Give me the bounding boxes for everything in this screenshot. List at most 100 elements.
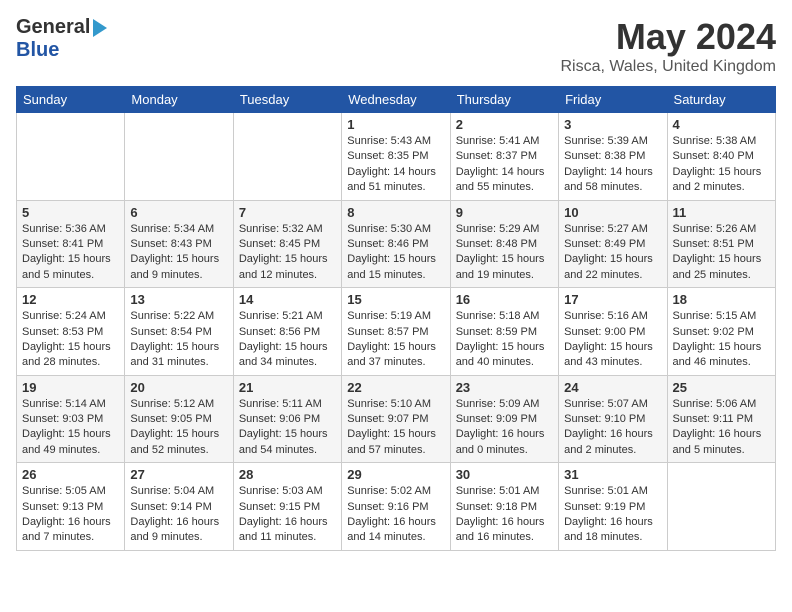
day-info-line: Daylight: 16 hours [456, 516, 545, 528]
calendar-week-row: 5Sunrise: 5:36 AMSunset: 8:41 PMDaylight… [17, 200, 776, 288]
day-number: 27 [130, 467, 227, 482]
day-info-line: and 25 minutes. [673, 269, 751, 281]
day-number: 5 [22, 205, 119, 220]
day-number: 6 [130, 205, 227, 220]
day-info-line: Sunrise: 5:18 AM [456, 310, 540, 322]
day-info-line: Daylight: 16 hours [347, 516, 436, 528]
calendar-table: SundayMondayTuesdayWednesdayThursdayFrid… [16, 86, 776, 551]
calendar-week-row: 19 Sunrise: 5:14 AM Sunset: 9:03 PM Dayligh… [17, 375, 776, 463]
day-info-line: Sunrise: 5:07 AM [564, 398, 648, 410]
calendar-cell: 7 Sunrise: 5:32 AMSunset: 8:45 PMDaylight… [233, 200, 341, 288]
day-info-line: and 19 minutes. [456, 269, 534, 281]
day-info: Sunrise: 5:16 AMSunset: 9:00 PMDaylight:… [564, 309, 661, 371]
day-info-line: Sunrise: 5:05 AM [22, 485, 106, 497]
day-info-line: Daylight: 15 hours [673, 253, 762, 265]
calendar-week-row: 26Sunrise: 5:05 AMSunset: 9:13 PMDayligh… [17, 463, 776, 551]
day-info: Sunrise: 5:07 AMSunset: 9:10 PMDaylight:… [564, 397, 661, 459]
day-info-line: Sunset: 9:15 PM [239, 501, 320, 513]
day-info-line: Daylight: 15 hours [22, 253, 111, 265]
day-info-line: Sunrise: 5:29 AM [456, 223, 540, 235]
day-info-line: Sunset: 9:14 PM [130, 501, 211, 513]
day-info-line: and 0 minutes. [456, 444, 528, 456]
day-info-line: Daylight: 14 hours [564, 166, 653, 178]
day-info-line: Daylight: 14 hours [456, 166, 545, 178]
calendar-cell: 26Sunrise: 5:05 AMSunset: 9:13 PMDayligh… [17, 463, 125, 551]
day-info-line: and 2 minutes. [564, 444, 636, 456]
day-info-line: Sunset: 8:40 PM [673, 150, 754, 162]
day-info: Sunrise: 5:26 AMSunset: 8:51 PMDaylight:… [673, 222, 770, 284]
calendar-cell: 24Sunrise: 5:07 AMSunset: 9:10 PMDayligh… [559, 375, 667, 463]
day-info: Sunrise: 5:32 AMSunset: 8:45 PMDaylight:… [239, 222, 336, 284]
day-info-line: Sunrise: 5:04 AM [130, 485, 214, 497]
day-number: 19 [22, 380, 119, 395]
day-info-line: Sunrise: 5:26 AM [673, 223, 757, 235]
day-info-line: and 15 minutes. [347, 269, 425, 281]
calendar-cell: 30Sunrise: 5:01 AMSunset: 9:18 PMDayligh… [450, 463, 558, 551]
day-info-line: and 58 minutes. [564, 181, 642, 193]
day-info: Sunrise: 5:34 AMSunset: 8:43 PMDaylight:… [130, 222, 227, 284]
day-info: Sunrise: 5:19 AMSunset: 8:57 PMDaylight:… [347, 309, 444, 371]
day-info-line: Sunset: 8:56 PM [239, 326, 320, 338]
calendar-cell: 29Sunrise: 5:02 AMSunset: 9:16 PMDayligh… [342, 463, 450, 551]
month-year-title: May 2024 [561, 16, 777, 58]
day-info-line: Sunset: 9:06 PM [239, 413, 320, 425]
day-number: 10 [564, 205, 661, 220]
day-info-line: and 16 minutes. [456, 531, 534, 543]
day-info-line: Daylight: 15 hours [130, 253, 219, 265]
day-info-line: Daylight: 15 hours [22, 428, 111, 440]
day-info-line: Daylight: 15 hours [22, 341, 111, 353]
calendar-week-row: 12Sunrise: 5:24 AMSunset: 8:53 PMDayligh… [17, 288, 776, 376]
day-info-line: Sunrise: 5:12 AM [130, 398, 214, 410]
day-info: Sunrise: 5:01 AMSunset: 9:19 PMDaylight:… [564, 484, 661, 546]
day-info-line: Daylight: 16 hours [130, 516, 219, 528]
day-number: 7 [239, 205, 336, 220]
day-number: 30 [456, 467, 553, 482]
logo-arrow-icon [93, 19, 107, 37]
day-info-line: Sunset: 8:59 PM [456, 326, 537, 338]
day-info: Sunrise: 5:03 AMSunset: 9:15 PMDaylight:… [239, 484, 336, 546]
day-info-line: Daylight: 15 hours [456, 341, 545, 353]
weekday-header-tuesday: Tuesday [233, 87, 341, 113]
day-info-line: Sunrise: 5:15 AM [673, 310, 757, 322]
day-number: 12 [22, 292, 119, 307]
day-info-line: Daylight: 15 hours [239, 253, 328, 265]
day-info-line: and 5 minutes. [22, 269, 94, 281]
calendar-cell: 2Sunrise: 5:41 AMSunset: 8:37 PMDaylight… [450, 113, 558, 201]
day-info-line: Sunset: 8:48 PM [456, 238, 537, 250]
day-info-line: Sunrise: 5:19 AM [347, 310, 431, 322]
calendar-cell: 16Sunrise: 5:18 AMSunset: 8:59 PMDayligh… [450, 288, 558, 376]
day-info-line: Sunrise: 5:03 AM [239, 485, 323, 497]
day-info-line: and 11 minutes. [239, 531, 316, 543]
day-info-line: Sunrise: 5:14 AM [22, 398, 106, 410]
day-number: 21 [239, 380, 336, 395]
calendar-cell: 13Sunrise: 5:22 AMSunset: 8:54 PMDayligh… [125, 288, 233, 376]
day-info-line: and 9 minutes. [130, 269, 202, 281]
day-info-line: and 52 minutes. [130, 444, 208, 456]
day-number: 23 [456, 380, 553, 395]
day-info-line: and 51 minutes. [347, 181, 425, 193]
day-info-line: Sunrise: 5:43 AM [347, 135, 431, 147]
day-info-line: Daylight: 16 hours [22, 516, 111, 528]
calendar-cell: 9Sunrise: 5:29 AMSunset: 8:48 PMDaylight… [450, 200, 558, 288]
day-info-line: Sunrise: 5:21 AM [239, 310, 323, 322]
day-info-line: Sunset: 9:03 PM [22, 413, 103, 425]
calendar-cell: 17Sunrise: 5:16 AMSunset: 9:00 PMDayligh… [559, 288, 667, 376]
day-info-line: Sunset: 9:19 PM [564, 501, 645, 513]
day-info: Sunrise: 5:43 AMSunset: 8:35 PMDaylight:… [347, 134, 444, 196]
calendar-cell [17, 113, 125, 201]
day-info-line: Daylight: 15 hours [130, 428, 219, 440]
day-info-line: Sunset: 9:07 PM [347, 413, 428, 425]
day-number: 28 [239, 467, 336, 482]
day-number: 22 [347, 380, 444, 395]
day-number: 2 [456, 117, 553, 132]
day-info-line: Sunrise: 5:32 AM [239, 223, 323, 235]
day-info-line: and 18 minutes. [564, 531, 642, 543]
day-info-line: and 5 minutes. [673, 444, 745, 456]
day-info-line: Sunrise: 5:10 AM [347, 398, 431, 410]
day-info-line: Sunset: 9:02 PM [673, 326, 754, 338]
day-info-line: and 46 minutes. [673, 356, 751, 368]
calendar-header-row: SundayMondayTuesdayWednesdayThursdayFrid… [17, 87, 776, 113]
day-info-line: Daylight: 16 hours [673, 428, 762, 440]
day-info-line: Sunset: 8:46 PM [347, 238, 428, 250]
day-info-line: Sunset: 9:09 PM [456, 413, 537, 425]
